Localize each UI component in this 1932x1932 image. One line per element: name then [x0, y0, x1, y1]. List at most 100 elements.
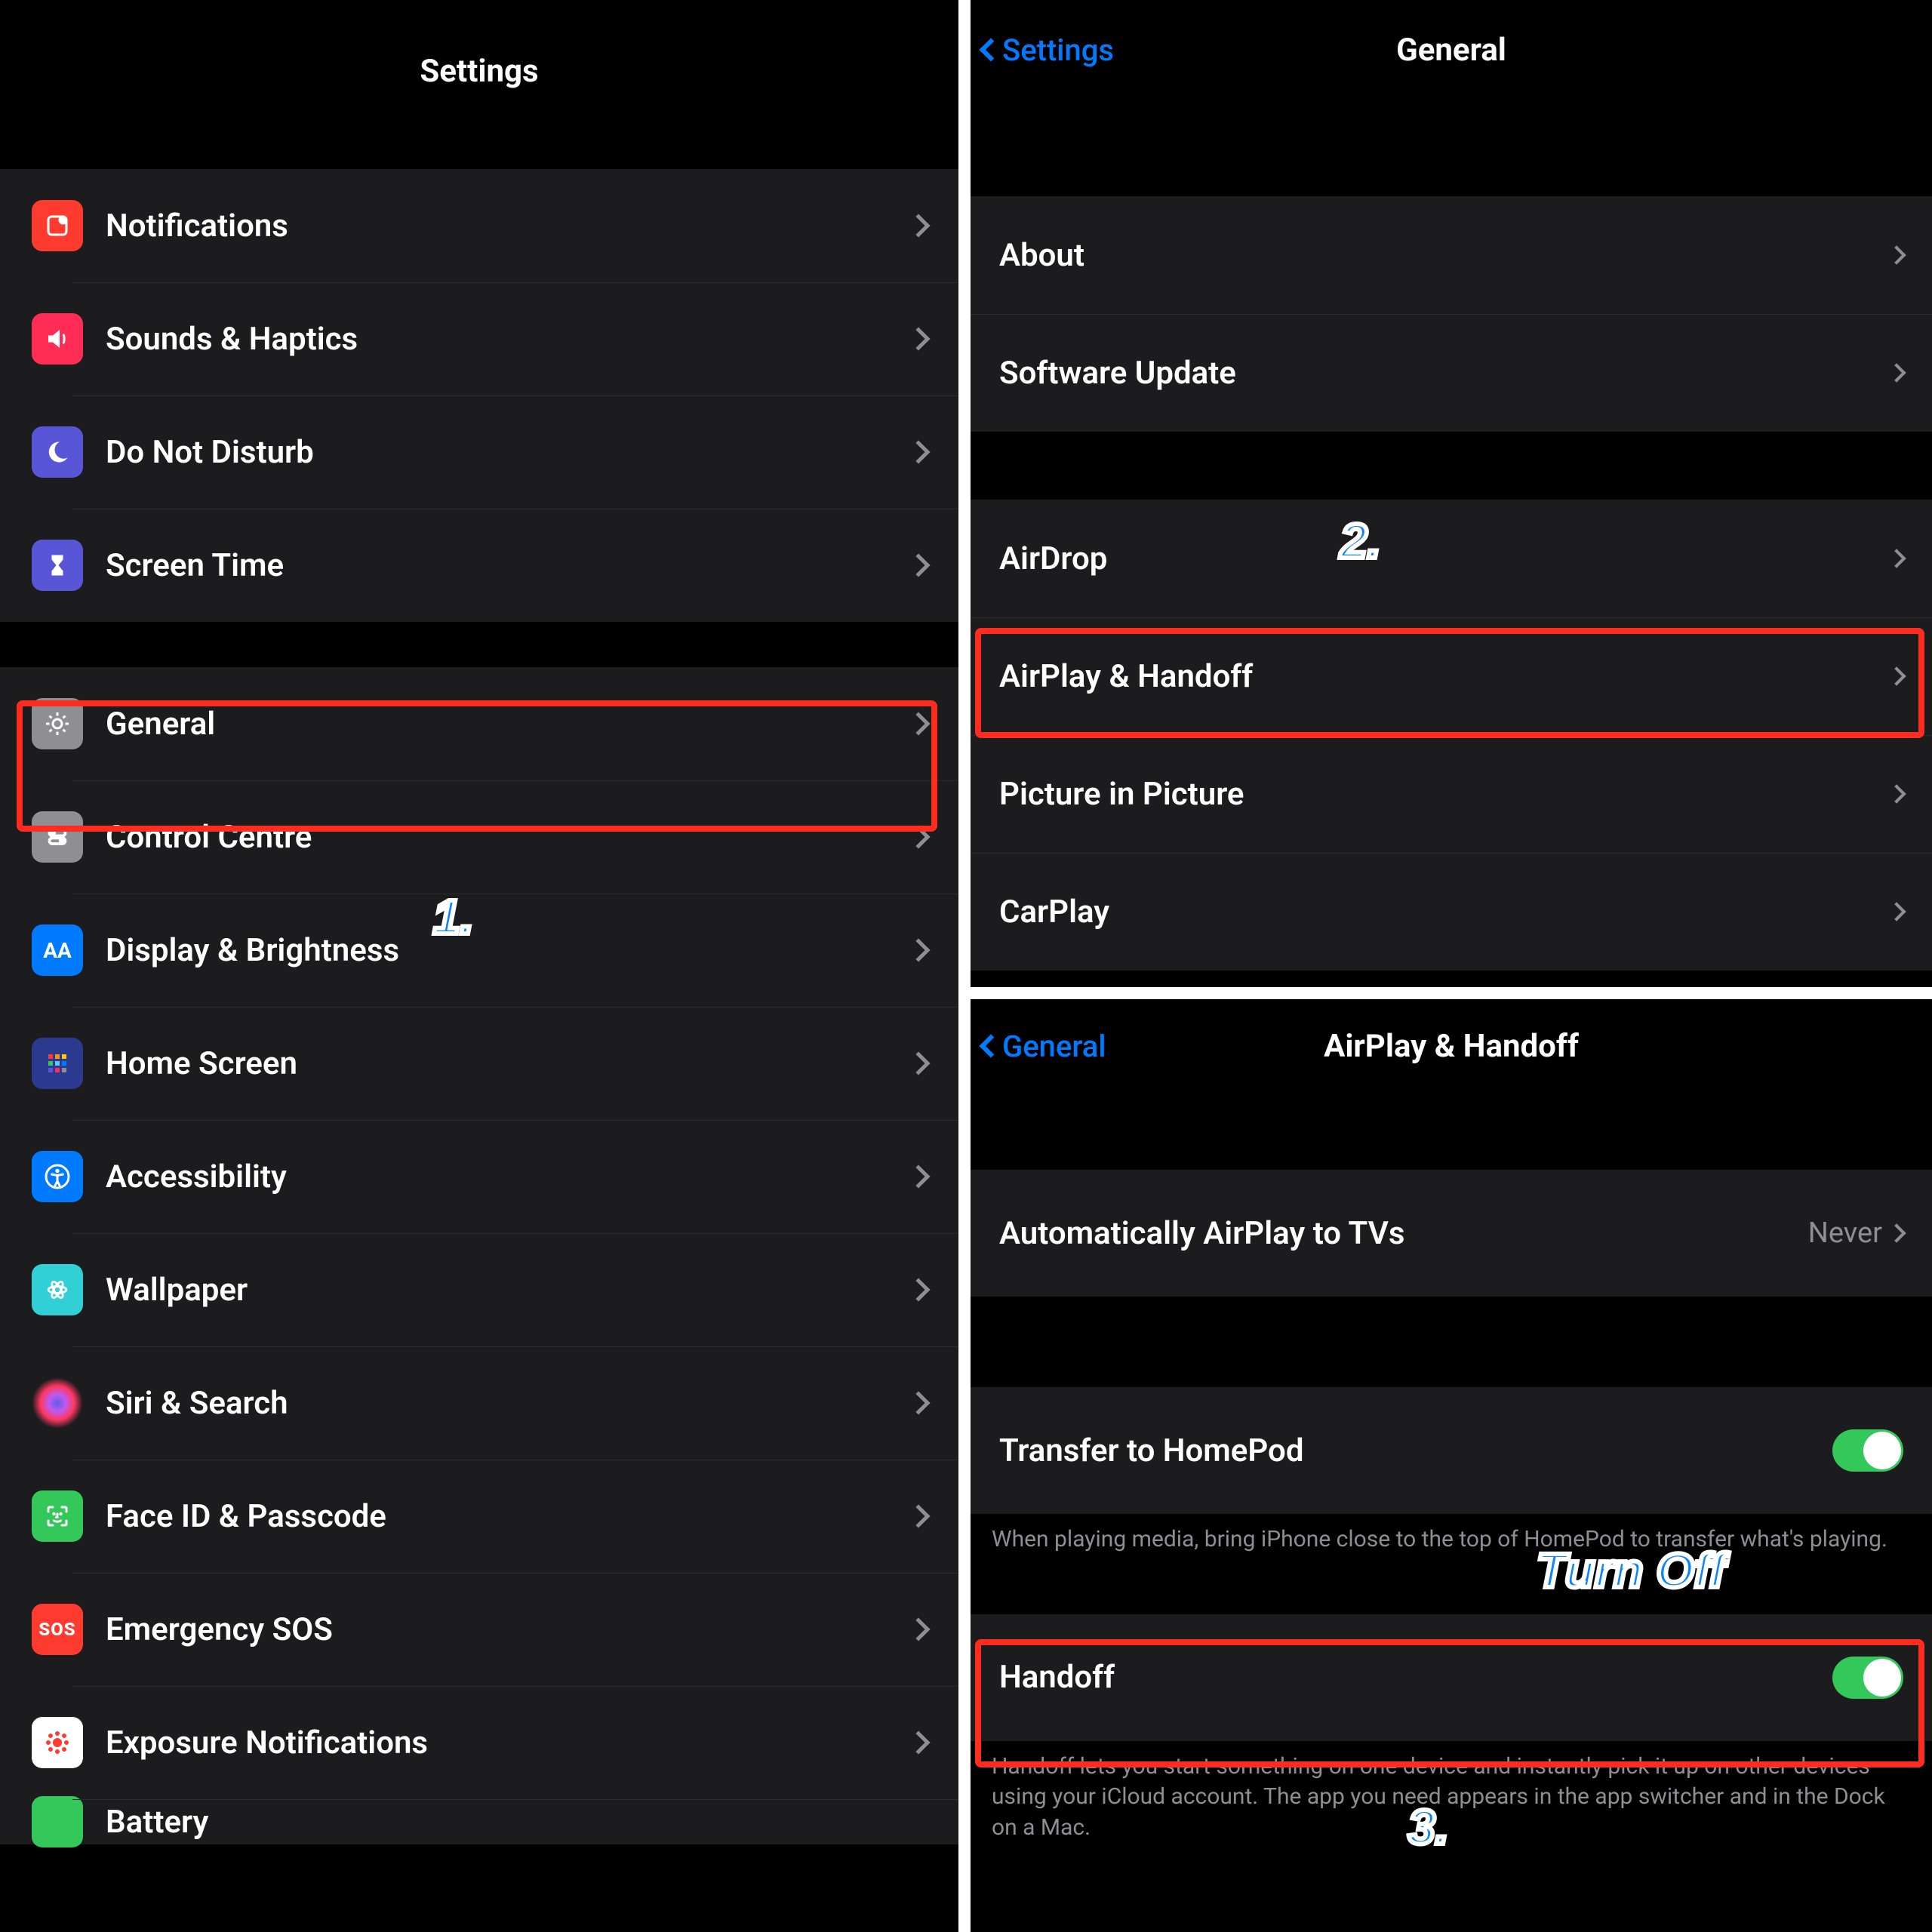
chevron-right-icon: [906, 553, 930, 577]
toggle-switch[interactable]: [1832, 1657, 1903, 1699]
accessibility-icon: [32, 1151, 83, 1202]
footer-handoff: Handoff lets you start something on one …: [971, 1741, 1932, 1850]
chevron-right-icon: [906, 1391, 930, 1414]
navbar: General AirPlay & Handoff: [971, 999, 1932, 1087]
row-label: About: [999, 237, 1890, 274]
row-airplay-handoff[interactable]: AirPlay & Handoff: [971, 617, 1932, 735]
chevron-right-icon: [906, 1730, 930, 1754]
row-siri[interactable]: Siri & Search: [0, 1346, 958, 1460]
chevron-right-icon: [906, 825, 930, 848]
row-label: Battery: [106, 1804, 927, 1841]
group-handoff: Handoff: [971, 1614, 1932, 1741]
row-label: Emergency SOS: [106, 1611, 910, 1648]
row-transfer-homepod[interactable]: Transfer to HomePod: [971, 1387, 1932, 1514]
row-label: Wallpaper: [106, 1272, 910, 1309]
settings-group-1: Notifications Sounds & Haptics Do Not Di…: [0, 169, 958, 622]
row-faceid[interactable]: Face ID & Passcode: [0, 1460, 958, 1573]
row-label: Screen Time: [106, 547, 910, 584]
chevron-right-icon: [906, 1278, 930, 1301]
row-label: Home Screen: [106, 1045, 910, 1082]
row-handoff[interactable]: Handoff: [971, 1614, 1932, 1741]
siri-icon: [32, 1377, 83, 1429]
airplay-handoff-screen: General AirPlay & Handoff Automatically …: [971, 999, 1932, 1932]
back-label: General: [1002, 1029, 1106, 1064]
wallpaper-icon: [32, 1264, 83, 1315]
row-notifications[interactable]: Notifications: [0, 169, 958, 282]
row-wallpaper[interactable]: Wallpaper: [0, 1233, 958, 1346]
row-label: Exposure Notifications: [106, 1724, 910, 1761]
row-label: Software Update: [999, 355, 1890, 392]
row-display[interactable]: AA Display & Brightness: [0, 894, 958, 1007]
row-label: Face ID & Passcode: [106, 1498, 910, 1535]
chevron-right-icon: [1887, 245, 1906, 264]
settings-group-2: General Control Centre AA Display & Brig…: [0, 667, 958, 1844]
row-label: CarPlay: [999, 894, 1890, 931]
row-label: Control Centre: [106, 819, 910, 856]
row-label: AirDrop: [999, 540, 1890, 577]
chevron-right-icon: [906, 214, 930, 237]
general-group-2: AirDrop AirPlay & Handoff Picture in Pic…: [971, 500, 1932, 971]
chevron-right-icon: [906, 327, 930, 350]
chevron-right-icon: [1887, 1223, 1906, 1242]
row-label: General: [106, 706, 910, 743]
display-icon: AA: [32, 924, 83, 976]
row-sounds[interactable]: Sounds & Haptics: [0, 282, 958, 395]
general-group-1: About Software Update: [971, 196, 1932, 432]
chevron-right-icon: [1887, 666, 1906, 685]
chevron-right-icon: [906, 938, 930, 961]
faceid-icon: [32, 1491, 83, 1542]
row-dnd[interactable]: Do Not Disturb: [0, 395, 958, 509]
battery-icon: [32, 1796, 83, 1847]
chevron-right-icon: [906, 1164, 930, 1188]
row-label: Handoff: [999, 1659, 1832, 1696]
group-transfer: Transfer to HomePod: [971, 1387, 1932, 1514]
toggle-switch[interactable]: [1832, 1429, 1903, 1472]
chevron-right-icon: [906, 1617, 930, 1641]
row-general[interactable]: General: [0, 667, 958, 780]
chevron-left-icon: [979, 1034, 1002, 1057]
row-accessibility[interactable]: Accessibility: [0, 1120, 958, 1233]
row-homescreen[interactable]: Home Screen: [0, 1007, 958, 1120]
row-controlcentre[interactable]: Control Centre: [0, 780, 958, 894]
back-button[interactable]: Settings: [983, 32, 1114, 68]
group-autoairplay: Automatically AirPlay to TVs Never: [971, 1170, 1932, 1297]
nav-title: Settings: [420, 53, 538, 90]
chevron-right-icon: [906, 712, 930, 735]
chevron-right-icon: [1887, 784, 1906, 803]
row-value: Never: [1808, 1217, 1882, 1250]
row-sos[interactable]: SOS Emergency SOS: [0, 1573, 958, 1686]
row-label: Picture in Picture: [999, 776, 1890, 813]
row-exposure[interactable]: Exposure Notifications: [0, 1686, 958, 1799]
back-button[interactable]: General: [983, 1029, 1106, 1064]
general-icon: [32, 698, 83, 749]
chevron-left-icon: [979, 38, 1002, 61]
chevron-right-icon: [1887, 902, 1906, 921]
notifications-icon: [32, 200, 83, 251]
dnd-icon: [32, 426, 83, 478]
chevron-right-icon: [906, 440, 930, 463]
sos-icon: SOS: [32, 1604, 83, 1655]
navbar: Settings General: [971, 0, 1932, 91]
row-pip[interactable]: Picture in Picture: [971, 735, 1932, 853]
footer-transfer: When playing media, bring iPhone close t…: [971, 1514, 1932, 1561]
row-label: Notifications: [106, 208, 910, 245]
sounds-icon: [32, 313, 83, 365]
navbar: Settings: [0, 0, 958, 124]
row-label: Accessibility: [106, 1158, 910, 1195]
row-screentime[interactable]: Screen Time: [0, 509, 958, 622]
settings-root-screen: Settings Notifications Sounds & Haptics: [0, 0, 958, 1932]
homescreen-icon: [32, 1038, 83, 1089]
row-battery[interactable]: Battery: [0, 1799, 958, 1844]
row-label: Siri & Search: [106, 1385, 910, 1422]
general-screen: Settings General About Software Update A…: [971, 0, 1932, 987]
screentime-icon: [32, 540, 83, 591]
row-label: Display & Brightness: [106, 932, 910, 969]
row-software-update[interactable]: Software Update: [971, 314, 1932, 432]
chevron-right-icon: [1887, 549, 1906, 568]
row-about[interactable]: About: [971, 196, 1932, 314]
row-label: AirPlay & Handoff: [999, 658, 1890, 695]
row-airdrop[interactable]: AirDrop: [971, 500, 1932, 617]
row-auto-airplay[interactable]: Automatically AirPlay to TVs Never: [971, 1170, 1932, 1297]
row-carplay[interactable]: CarPlay: [971, 853, 1932, 971]
chevron-right-icon: [906, 1051, 930, 1075]
